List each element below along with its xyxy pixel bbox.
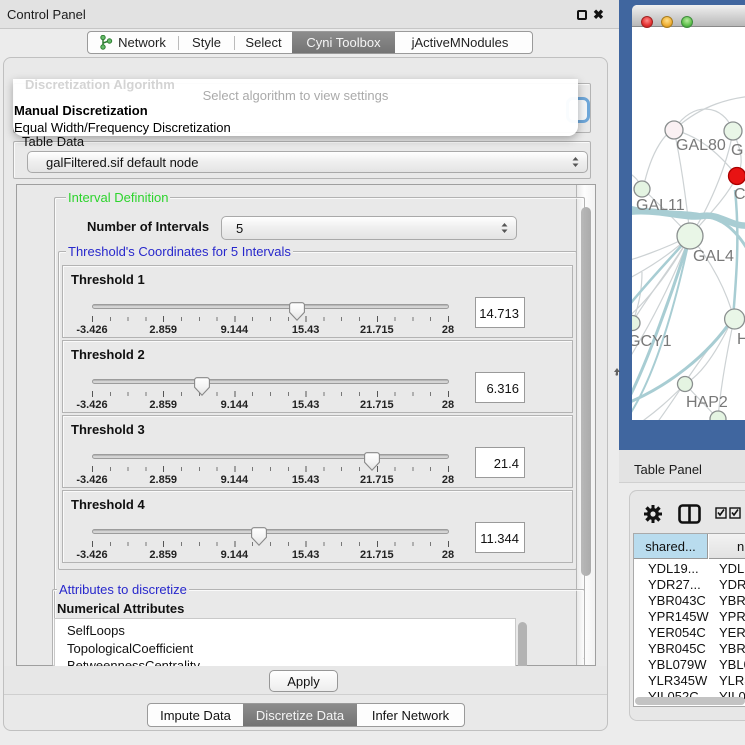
svg-text:GAL4: GAL4	[693, 248, 734, 265]
svg-text:GAL80: GAL80	[676, 137, 726, 154]
svg-text:G.: G.	[731, 142, 745, 159]
svg-text:C: C	[734, 186, 745, 203]
svg-text:GCY1: GCY1	[632, 333, 672, 350]
svg-text:HAP2: HAP2	[686, 394, 728, 411]
svg-text:H: H	[737, 331, 745, 348]
svg-text:GAL11: GAL11	[636, 197, 685, 214]
